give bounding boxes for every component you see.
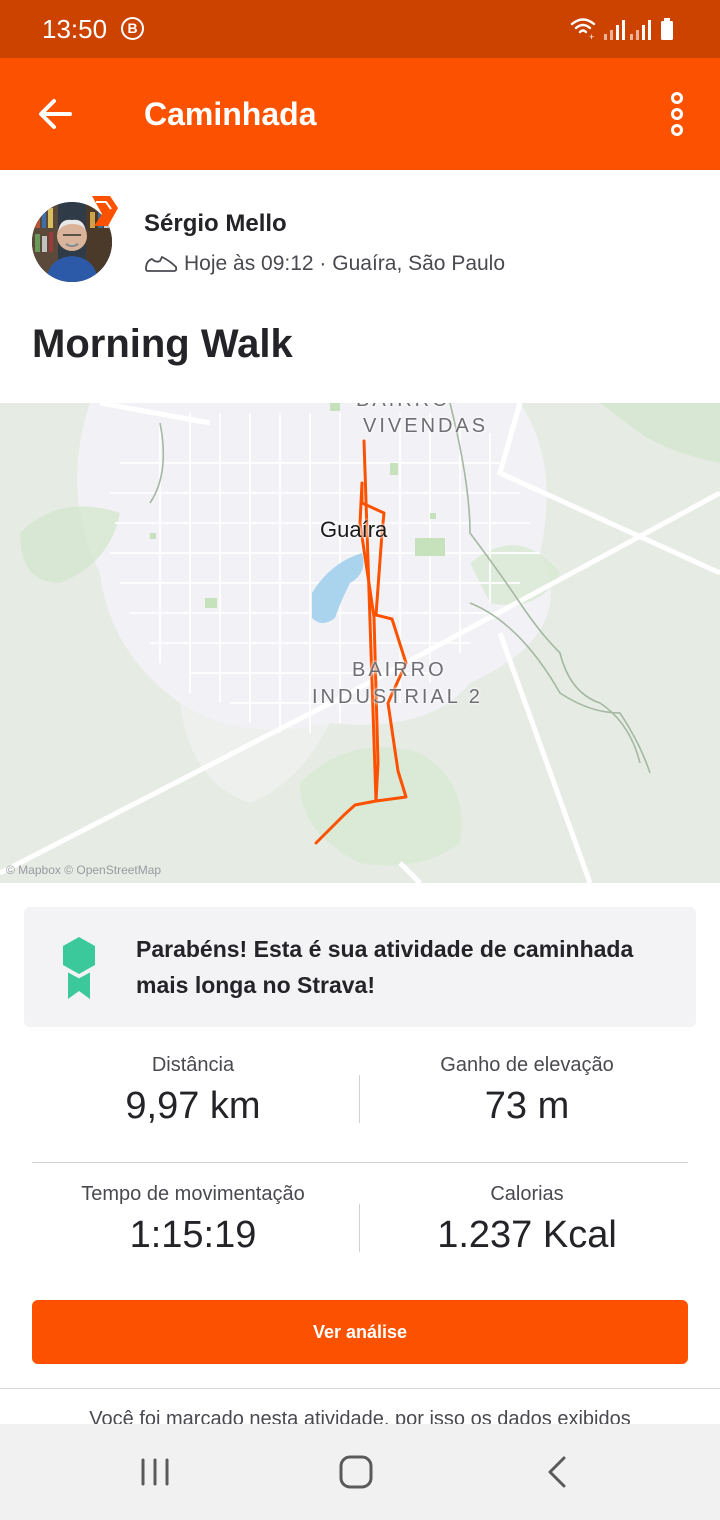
arrow-left-icon — [39, 99, 72, 129]
home-icon — [339, 1455, 373, 1489]
activity-meta-text: Hoje às 09:12 · Guaíra, São Paulo — [184, 252, 506, 275]
stat-value: 1:15:19 — [129, 1214, 257, 1256]
achievement-card: Parabéns! Esta é sua atividade de caminh… — [24, 907, 696, 1027]
app-bar: Caminhada — [0, 58, 720, 170]
view-analysis-button[interactable]: Ver análise — [32, 1300, 688, 1364]
recent-apps-icon — [141, 1458, 169, 1486]
battery-icon — [661, 18, 673, 40]
athlete-header: Sérgio Mello Hoje às 09:12 · Guaíra, São… — [32, 196, 692, 286]
status-icons: + — [570, 18, 673, 42]
system-nav-bar — [0, 1424, 720, 1520]
stat-value: 1.237 Kcal — [437, 1214, 617, 1256]
signal-icon — [604, 20, 651, 40]
nav-back-icon — [548, 1456, 566, 1488]
stat-label: Calorias — [490, 1183, 564, 1205]
svg-text:+: + — [589, 32, 594, 42]
recent-apps-button[interactable] — [136, 1454, 176, 1490]
stat-label: Tempo de movimentação — [81, 1183, 305, 1205]
stat-value: 9,97 km — [125, 1085, 261, 1127]
stat-distance: Distância 9,97 km — [32, 1054, 354, 1128]
stat-moving-time: Tempo de movimentação 1:15:19 — [32, 1183, 354, 1257]
stat-calories: Calorias 1.237 Kcal — [366, 1183, 688, 1257]
shoe-icon — [145, 256, 178, 272]
activity-title: Morning Walk — [32, 322, 293, 366]
athlete-name[interactable]: Sérgio Mello — [144, 210, 287, 238]
map-label-industrial: INDUSTRIAL 2 — [312, 686, 483, 708]
nav-back-button[interactable] — [538, 1454, 578, 1490]
more-options-button[interactable] — [660, 90, 694, 138]
map-canvas — [0, 403, 720, 883]
stat-label: Distância — [151, 1054, 235, 1076]
map-label-city: Guaíra — [320, 517, 388, 542]
stat-elevation: Ganho de elevação 73 m — [366, 1054, 688, 1128]
more-vertical-icon — [671, 92, 683, 136]
achievement-text: Parabéns! Esta é sua atividade de caminh… — [136, 936, 634, 998]
map-label-vivendas-top: BAIRRO — [356, 403, 451, 412]
stat-divider — [359, 1204, 360, 1252]
stat-divider — [359, 1075, 360, 1123]
status-bar: 13:50 B + — [0, 0, 720, 58]
stats-grid: Distância 9,97 km Ganho de elevação 73 m… — [32, 1040, 688, 1270]
stat-value: 73 m — [484, 1085, 570, 1127]
medal-icon — [63, 937, 95, 999]
stats-divider — [32, 1162, 688, 1163]
route-map[interactable]: BAIRRO VIVENDAS Guaíra BAIRRO INDUSTRIAL… — [0, 403, 720, 883]
page-title: Caminhada — [144, 96, 317, 132]
section-divider — [0, 1388, 720, 1389]
home-button[interactable] — [336, 1454, 376, 1490]
map-label-vivendas: VIVENDAS — [363, 415, 489, 437]
stat-label: Ganho de elevação — [440, 1054, 614, 1076]
wifi-icon: + — [570, 18, 596, 42]
subscriber-badge-icon — [92, 196, 118, 226]
map-attribution[interactable]: © Mapbox © OpenStreetMap — [6, 863, 161, 877]
back-button[interactable] — [30, 92, 82, 136]
status-badge: B — [121, 17, 144, 40]
map-label-industrial-top: BAIRRO — [352, 659, 447, 681]
activity-meta: Hoje às 09:12 · Guaíra, São Paulo — [144, 252, 505, 276]
status-time: 13:50 — [42, 14, 108, 44]
